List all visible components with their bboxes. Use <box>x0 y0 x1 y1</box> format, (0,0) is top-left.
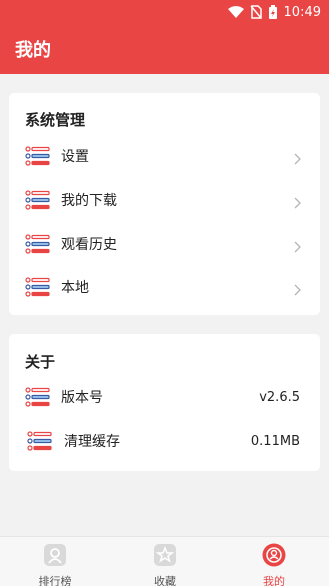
status-bar: 10:49 <box>0 0 329 24</box>
bottom-nav: 排行榜 收藏 我的 <box>0 536 329 586</box>
clear-cache-label: 清理缓存 <box>64 434 120 450</box>
nav-item-favorites[interactable]: 收藏 <box>110 537 220 586</box>
local-label: 本地 <box>61 280 89 296</box>
history-row[interactable]: 观看历史 <box>9 224 320 264</box>
clock: 10:49 <box>283 4 321 20</box>
nav-item-profile[interactable]: 我的 <box>219 537 329 586</box>
chevron-right-icon <box>294 281 302 300</box>
list-icon <box>25 387 51 411</box>
list-icon <box>25 234 51 258</box>
list-icon <box>25 277 51 301</box>
nav-label-ranking: 排行榜 <box>38 575 72 586</box>
list-icon <box>25 190 51 214</box>
settings-row[interactable]: 设置 <box>9 136 320 176</box>
ranking-icon <box>43 543 67 571</box>
nav-label-profile: 我的 <box>263 575 285 586</box>
section-title: 关于 <box>25 353 56 371</box>
cache-size-value: 0.11MB <box>250 433 300 449</box>
local-row[interactable]: 本地 <box>9 267 320 307</box>
downloads-row[interactable]: 我的下载 <box>9 180 320 220</box>
chevron-right-icon <box>294 238 302 257</box>
system-management-card: 系统管理 设置 我的下载 观看历史 本地 <box>9 93 320 315</box>
wifi-icon <box>227 6 244 18</box>
no-sim-icon <box>249 5 262 19</box>
downloads-label: 我的下载 <box>61 193 117 209</box>
list-icon <box>25 146 51 170</box>
settings-label: 设置 <box>61 149 89 165</box>
list-icon <box>27 431 53 455</box>
version-row[interactable]: 版本号 v2.6.5 <box>9 377 320 417</box>
nav-item-ranking[interactable]: 排行榜 <box>0 537 110 586</box>
battery-charging-icon <box>268 4 278 20</box>
version-label: 版本号 <box>61 390 103 406</box>
about-card: 关于 版本号 v2.6.5 清理缓存 0.11MB <box>9 334 320 471</box>
version-value: v2.6.5 <box>259 389 300 405</box>
profile-icon <box>262 543 286 571</box>
nav-label-favorites: 收藏 <box>154 575 176 586</box>
chevron-right-icon <box>294 194 302 213</box>
section-title: 系统管理 <box>25 111 86 129</box>
app-bar: 我的 <box>0 24 329 74</box>
page-title: 我的 <box>15 40 51 61</box>
history-label: 观看历史 <box>61 237 117 253</box>
chevron-right-icon <box>294 150 302 169</box>
clear-cache-row[interactable]: 清理缓存 0.11MB <box>9 421 320 461</box>
favorites-icon <box>153 543 177 571</box>
